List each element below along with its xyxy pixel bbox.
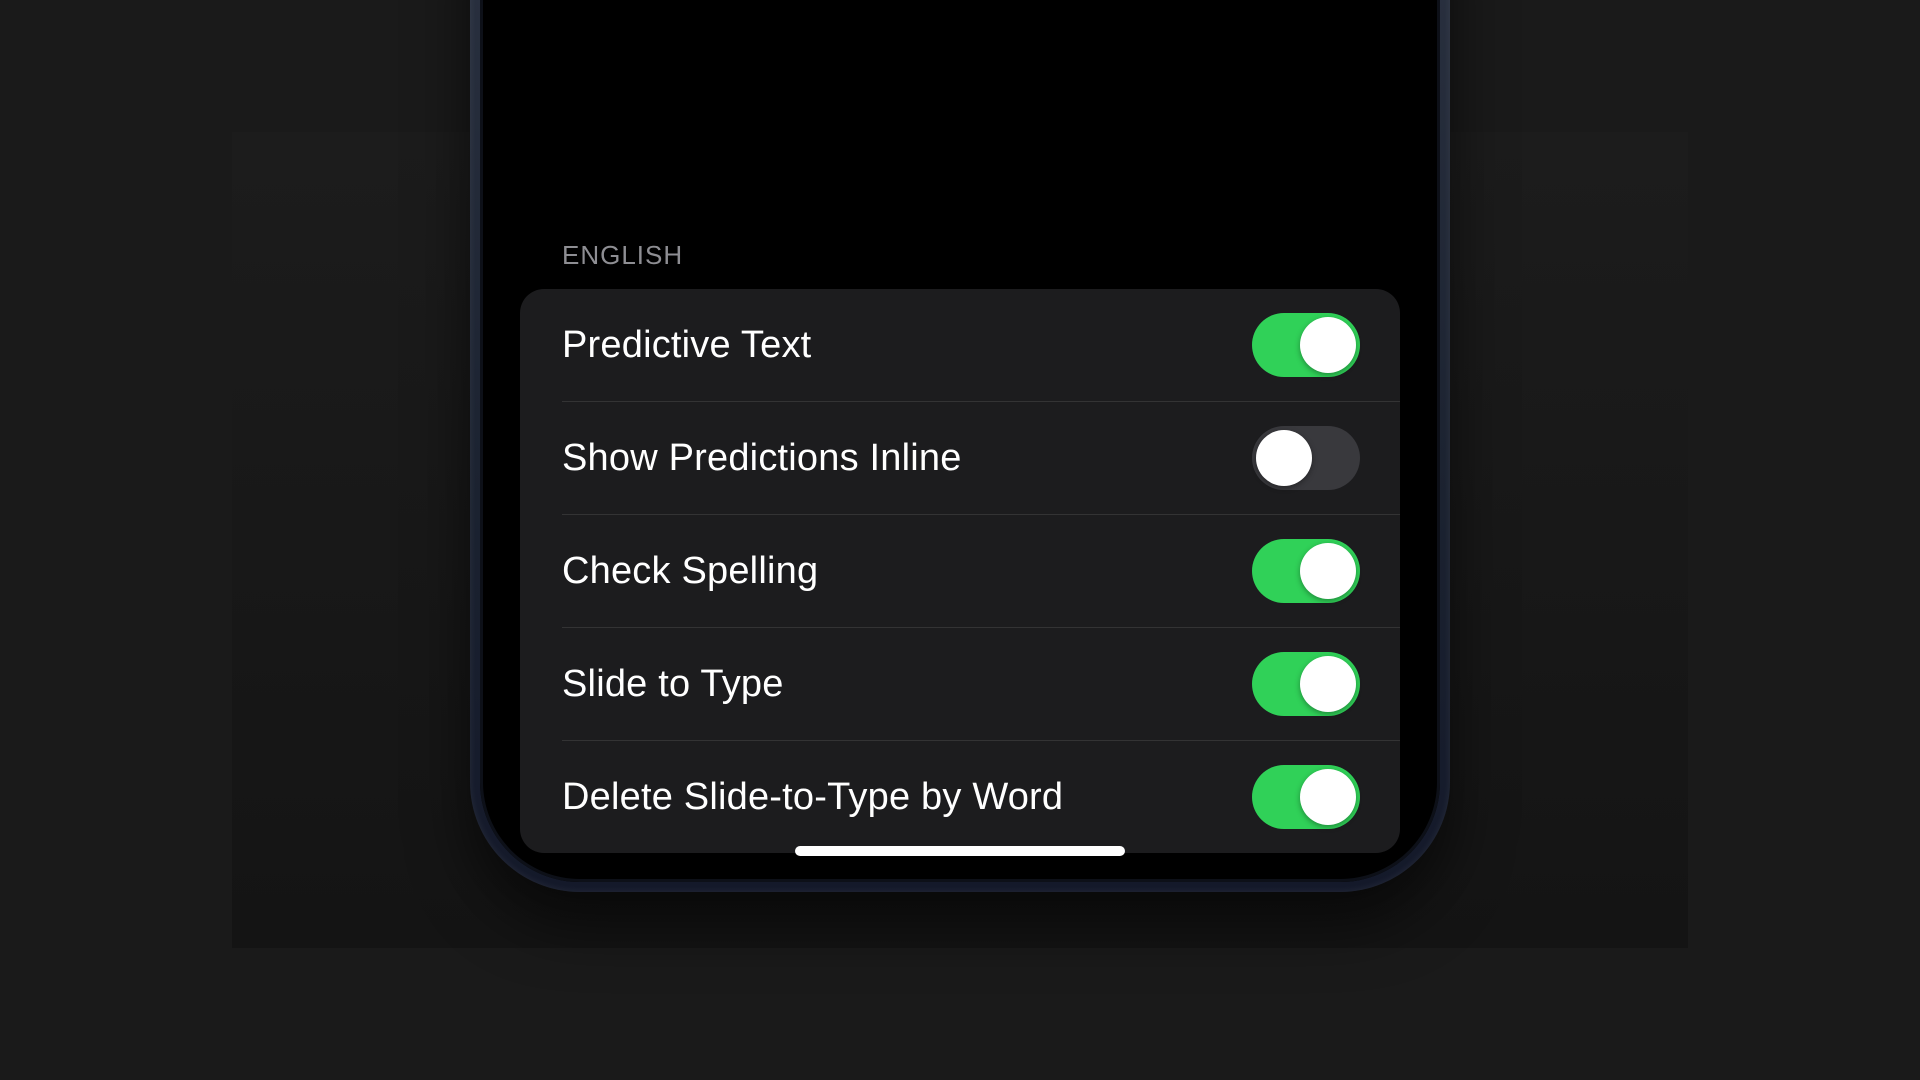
row-delete-slide-to-type-by-word: Delete Slide-to-Type by Word [520,741,1400,853]
label-slide-to-type: Slide to Type [562,663,784,706]
label-predictive-text: Predictive Text [562,324,811,367]
toggle-slide-to-type[interactable] [1252,652,1360,716]
label-check-spelling: Check Spelling [562,550,818,593]
settings-group-english: Predictive Text Show Predictions Inline [520,289,1400,853]
toggle-predictive-text[interactable] [1252,313,1360,377]
toggle-knob [1300,769,1356,825]
row-show-predictions-inline: Show Predictions Inline [520,402,1400,514]
toggle-knob [1300,317,1356,373]
section-header-english: ENGLISH [520,240,1400,289]
toggle-show-predictions-inline[interactable] [1252,426,1360,490]
phone-screen: ENGLISH Predictive Text Show Predictions… [488,0,1432,874]
home-indicator[interactable] [795,846,1125,856]
phone-device: ENGLISH Predictive Text Show Predictions… [470,0,1450,892]
toggle-check-spelling[interactable] [1252,539,1360,603]
row-predictive-text: Predictive Text [520,289,1400,401]
label-show-predictions-inline: Show Predictions Inline [562,437,962,480]
toggle-knob [1300,543,1356,599]
label-delete-slide-to-type-by-word: Delete Slide-to-Type by Word [562,776,1063,819]
phone-frame: ENGLISH Predictive Text Show Predictions… [470,0,1450,892]
row-slide-to-type: Slide to Type [520,628,1400,740]
toggle-knob [1256,430,1312,486]
wallpaper-backdrop: ENGLISH Predictive Text Show Predictions… [232,132,1688,948]
toggle-delete-slide-to-type-by-word[interactable] [1252,765,1360,829]
phone-bezel: ENGLISH Predictive Text Show Predictions… [480,0,1440,882]
row-check-spelling: Check Spelling [520,515,1400,627]
toggle-knob [1300,656,1356,712]
